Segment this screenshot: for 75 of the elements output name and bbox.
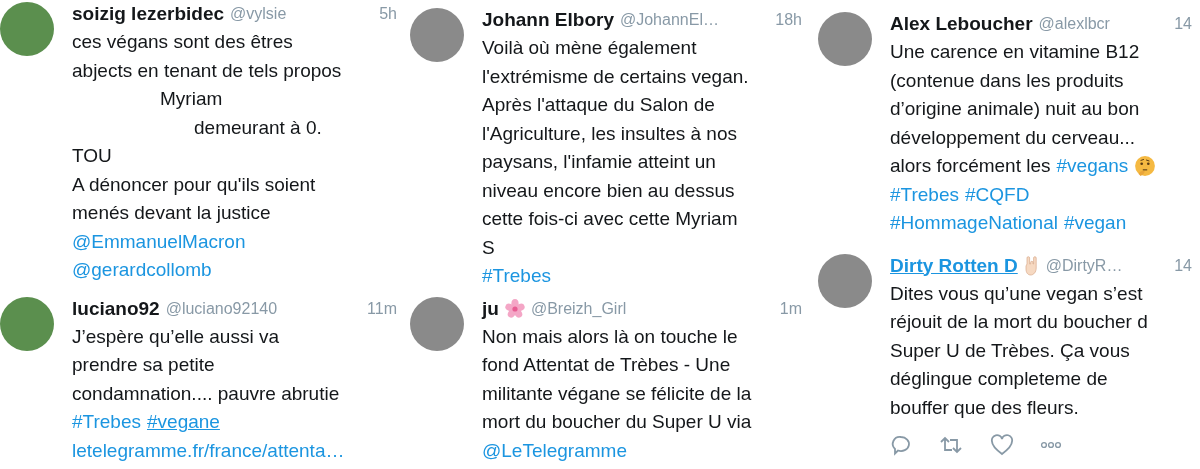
avatar[interactable] xyxy=(410,296,464,351)
hashtag-link[interactable]: #CQFD xyxy=(965,183,1030,206)
user-name[interactable]: soizig lezerbidec xyxy=(72,3,225,25)
tweet-text: paysans, l'infamie atteint un xyxy=(482,151,716,174)
avatar[interactable] xyxy=(0,296,54,351)
user-handle: @Breizh_Girl xyxy=(530,299,627,318)
tweet-text: Voilà où mène également xyxy=(482,37,697,60)
tweet-text: S xyxy=(482,236,495,259)
timestamp[interactable]: 5h xyxy=(379,5,405,23)
user-handle: @luciano92140 xyxy=(165,299,278,318)
mention-link[interactable]: @EmmanuelMacron xyxy=(72,230,246,253)
flower-icon xyxy=(504,298,525,319)
tweet-text: niveau encore bien au dessus xyxy=(482,179,735,202)
tweet-text: A dénoncer pour qu'ils soient xyxy=(72,173,316,196)
more-icon xyxy=(1040,441,1062,449)
tweet-text: bouffer que des fleurs. xyxy=(890,396,1079,419)
tweet-text: prendre sa petite xyxy=(72,354,215,377)
tweet-text: abjects en tenant de tels propos xyxy=(72,59,342,82)
thinking-face-icon xyxy=(1134,155,1157,178)
user-name[interactable]: ju xyxy=(482,297,499,320)
user-handle: @DirtyR… xyxy=(1045,256,1123,275)
tweet-text: J’espère qu’elle aussi va xyxy=(72,325,279,348)
hashtag-link[interactable]: #Trebes xyxy=(890,183,959,206)
like-icon xyxy=(990,434,1014,456)
timestamp[interactable]: 14 xyxy=(1174,15,1200,33)
tweet-text: mort du boucher du Super U via xyxy=(482,411,752,434)
tweet-text: l'extrémisme de certains vegan. xyxy=(482,65,749,88)
retweet-icon xyxy=(938,434,964,456)
tweet-text: Une carence en vitamine B12 xyxy=(890,41,1140,64)
tweet-text: Après l'attaque du Salon de xyxy=(482,94,715,117)
mention-link[interactable]: @LeTelegramme xyxy=(482,439,627,462)
avatar[interactable] xyxy=(818,12,872,66)
user-handle: @vylsie xyxy=(230,5,287,23)
timestamp[interactable]: 1m xyxy=(779,299,810,318)
user-handle: @JohannEl… xyxy=(619,11,719,29)
hashtag-link[interactable]: #vegans xyxy=(1056,155,1129,178)
tweet-text: Myriam xyxy=(159,88,223,111)
tweet-text: développement du cerveau... xyxy=(890,126,1136,149)
user-name[interactable]: Johann Elbory xyxy=(482,9,614,31)
tweet-text: militante végane se félicite de la xyxy=(482,382,752,405)
user-handle: @alexlbcr xyxy=(1038,15,1110,33)
tweet-text: condamnation.... pauvre abrutie xyxy=(72,382,340,405)
hashtag-link[interactable]: #vegane xyxy=(147,411,220,434)
hashtag-link[interactable]: #vegan xyxy=(1063,212,1127,235)
tweet-text: déglingue completeme de xyxy=(890,368,1108,391)
tweet-text: cette fois-ci avec cette Myriam xyxy=(482,208,738,231)
tweet-text: menés devant la justice xyxy=(72,202,271,225)
user-name[interactable]: Dirty Rotten D xyxy=(890,254,1018,277)
hashtag-link[interactable]: #Trebes xyxy=(72,411,141,434)
reply-icon xyxy=(890,434,912,456)
tweet-text: fond Attentat de Trèbes - Une xyxy=(482,354,731,377)
tweet-text: Dites vous qu’une vegan s’est xyxy=(890,282,1143,305)
tweet-text: d’origine animale) nuit au bon xyxy=(890,98,1140,121)
mention-link[interactable]: @gerardcollomb xyxy=(72,259,212,282)
tweet-text: (contenue dans les produits xyxy=(890,69,1124,92)
tweet-text: demeurant à 0. xyxy=(193,116,322,139)
tweet-text: Super U de Trèbes. Ça vous xyxy=(890,339,1130,362)
user-name[interactable]: Alex Leboucher xyxy=(890,13,1033,35)
url-link[interactable]: letelegramme.fr/france/attenta… xyxy=(72,439,345,462)
timestamp[interactable]: 14 xyxy=(1174,256,1200,275)
tweet-text: ces végans sont des êtres xyxy=(72,31,293,54)
tweet-text: réjouit de la mort du boucher d xyxy=(890,311,1148,334)
timestamp[interactable]: 11m xyxy=(367,299,405,318)
avatar[interactable] xyxy=(410,8,464,62)
avatar[interactable] xyxy=(818,253,872,308)
timestamp[interactable]: 18h xyxy=(775,11,810,29)
tweet-text: TOU xyxy=(72,145,112,168)
tweet-text: alors forcément les xyxy=(890,155,1051,178)
avatar[interactable] xyxy=(0,2,54,56)
hashtag-link[interactable]: #Trebes xyxy=(482,265,551,288)
tweet-text: Non mais alors là on touche le xyxy=(482,325,738,348)
hashtag-link[interactable]: #HommageNational xyxy=(890,212,1058,235)
user-name[interactable]: luciano92 xyxy=(72,297,160,320)
tweet-text: l'Agriculture, les insultes à nos xyxy=(482,122,737,145)
hand-gesture-icon xyxy=(1023,254,1040,277)
